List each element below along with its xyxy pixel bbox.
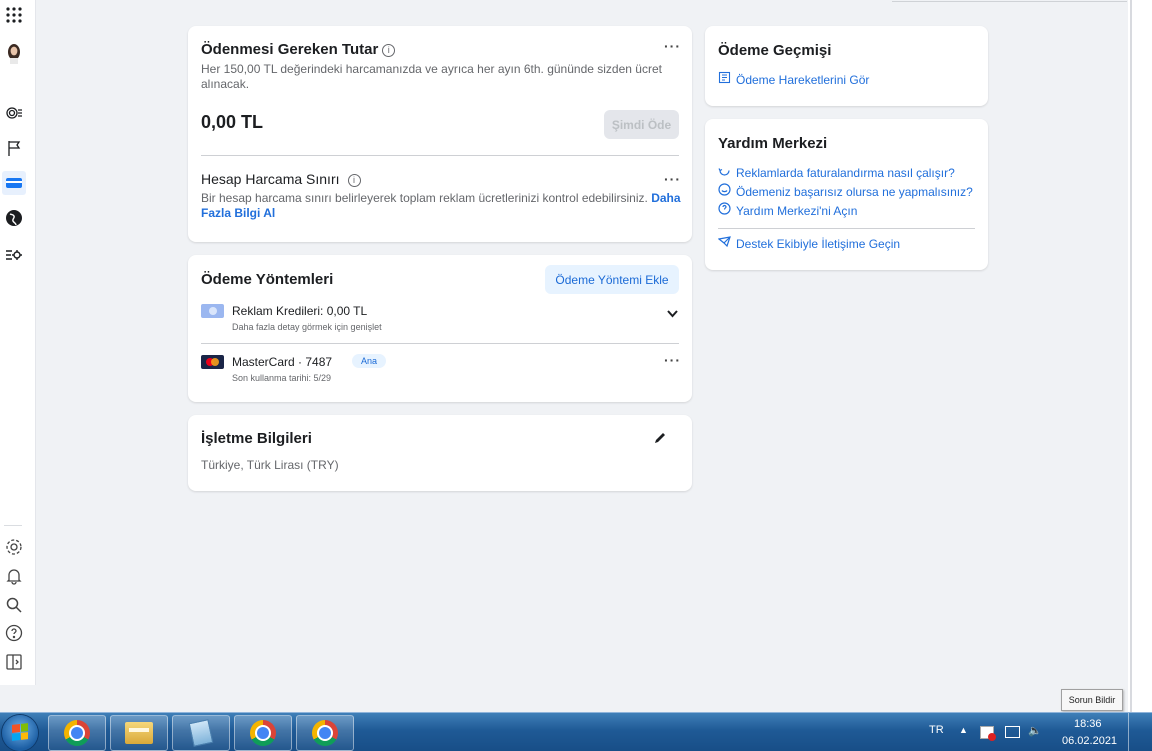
mastercard-icon (201, 355, 224, 369)
clock-icon (718, 183, 731, 201)
top-field-edge (892, 0, 1127, 2)
chevron-down-icon[interactable] (667, 305, 678, 323)
more-options-icon[interactable]: ··· (664, 171, 681, 187)
volume-icon[interactable]: 🔈 (1028, 724, 1042, 737)
learn-more-link-2[interactable]: Fazla Bilgi Al (201, 206, 275, 220)
info-icon[interactable]: i (382, 43, 396, 57)
folder-icon (125, 722, 153, 744)
search-icon[interactable] (4, 595, 24, 615)
help-link-billing[interactable]: Reklamlarda faturalandırma nasıl çalışır… (736, 166, 955, 180)
amount-due: 0,00 TL (201, 112, 264, 132)
ad-credits-subtitle: Daha fazla detay görmek için genişlet (232, 322, 382, 332)
receipt-icon (718, 71, 731, 89)
start-button[interactable] (2, 715, 38, 751)
business-info-card: İşletme Bilgileri Türkiye, Türk Lirası (… (188, 415, 692, 491)
payment-methods-card: Ödeme Yöntemleri Ödeme Yöntemi Ekle Rekl… (188, 255, 692, 402)
learn-more-link[interactable]: Daha (651, 191, 680, 205)
bell-icon[interactable] (4, 566, 24, 586)
more-options-icon[interactable]: ··· (664, 352, 681, 368)
pay-now-button[interactable]: Şimdi Öde (604, 110, 679, 139)
show-desktop-button[interactable] (1128, 713, 1152, 751)
help-center-card: Yardım Merkezi Reklamlarda faturalandırm… (705, 119, 988, 270)
spending-limit-description: Bir hesap harcama sınırı belirleyerek to… (201, 191, 648, 205)
chrome-icon (64, 720, 90, 746)
report-problem-tooltip[interactable]: Sorun Bildir (1061, 689, 1123, 711)
taskbar-chrome-1[interactable] (48, 715, 106, 751)
help-center-title: Yardım Merkezi (718, 135, 828, 152)
more-options-icon[interactable]: ··· (664, 38, 681, 54)
credit-icon (201, 304, 224, 318)
add-payment-method-button[interactable]: Ödeme Yöntemi Ekle (545, 265, 679, 294)
settings-list-icon[interactable] (4, 245, 24, 265)
payment-due-description: Her 150,00 TL değerindeki harcamanızda v… (201, 62, 662, 91)
divider (201, 343, 679, 344)
rail-divider (4, 525, 22, 526)
action-center-icon[interactable] (980, 726, 996, 741)
payment-history-title: Ödeme Geçmişi (718, 42, 832, 59)
contact-support-link[interactable]: Destek Ekibiyle İletişime Geçin (736, 237, 900, 251)
chrome-icon (250, 720, 276, 746)
notepad-icon (188, 719, 214, 747)
network-icon[interactable] (1005, 726, 1020, 738)
taskbar-chrome-3[interactable] (296, 715, 354, 751)
payment-methods-title: Ödeme Yöntemleri (201, 271, 334, 288)
taskbar-explorer[interactable] (110, 715, 168, 751)
apps-grid-icon[interactable] (4, 5, 24, 25)
clock-date[interactable]: 06.02.2021 (1062, 735, 1117, 747)
taskbar: TR ▲ 🔈 18:36 06.02.2021 (0, 712, 1152, 751)
business-info-value: Türkiye, Türk Lirası (TRY) (201, 458, 339, 472)
flag-icon[interactable] (4, 138, 24, 158)
payment-due-title: Ödenmesi Gereken Tutar (201, 41, 379, 58)
tray-expand-icon[interactable]: ▲ (959, 725, 968, 735)
help-link-failed-payment[interactable]: Ödemeniz başarısız olursa ne yapmalısını… (736, 185, 973, 199)
billing-card-icon[interactable] (2, 171, 26, 195)
divider (718, 228, 975, 229)
ad-accounts-icon[interactable] (4, 103, 24, 123)
primary-badge: Ana (352, 354, 387, 368)
windows-logo-icon (12, 723, 28, 741)
spending-limit-title: Hesap Harcama Sınırı (201, 171, 340, 187)
pencil-icon[interactable] (654, 431, 667, 449)
card-expiry: Son kullanma tarihi: 5/29 (232, 373, 332, 383)
chrome-icon (312, 720, 338, 746)
info-icon[interactable]: i (347, 173, 361, 187)
payment-history-card: Ödeme Geçmişi Ödeme Hareketlerini Gör (705, 26, 988, 106)
business-info-title: İşletme Bilgileri (201, 430, 312, 447)
left-rail (0, 0, 36, 685)
taskbar-notepad[interactable] (172, 715, 230, 751)
collapse-panel-icon[interactable] (4, 652, 24, 672)
clock-time[interactable]: 18:36 (1074, 718, 1102, 730)
payment-due-card: Ödenmesi Gereken Tutar i ··· Her 150,00 T… (188, 26, 692, 242)
help-icon[interactable] (4, 623, 24, 643)
question-icon (718, 202, 731, 220)
taskbar-chrome-2[interactable] (234, 715, 292, 751)
divider (201, 155, 679, 156)
help-link-open-center[interactable]: Yardım Merkezi'ni Açın (736, 204, 857, 218)
ad-credits-title: Reklam Kredileri: 0,00 TL (232, 304, 368, 318)
avatar[interactable] (4, 43, 24, 64)
card-title: MasterCard · 7487 (232, 355, 333, 369)
language-indicator[interactable]: TR (929, 724, 944, 736)
envelope-icon (717, 235, 731, 253)
globe-icon[interactable] (4, 208, 24, 228)
gear-icon[interactable] (4, 537, 24, 557)
view-transactions-link[interactable]: Ödeme Hareketlerini Gör (736, 73, 869, 87)
scrollbar[interactable] (1128, 0, 1152, 712)
refresh-icon (718, 164, 731, 182)
